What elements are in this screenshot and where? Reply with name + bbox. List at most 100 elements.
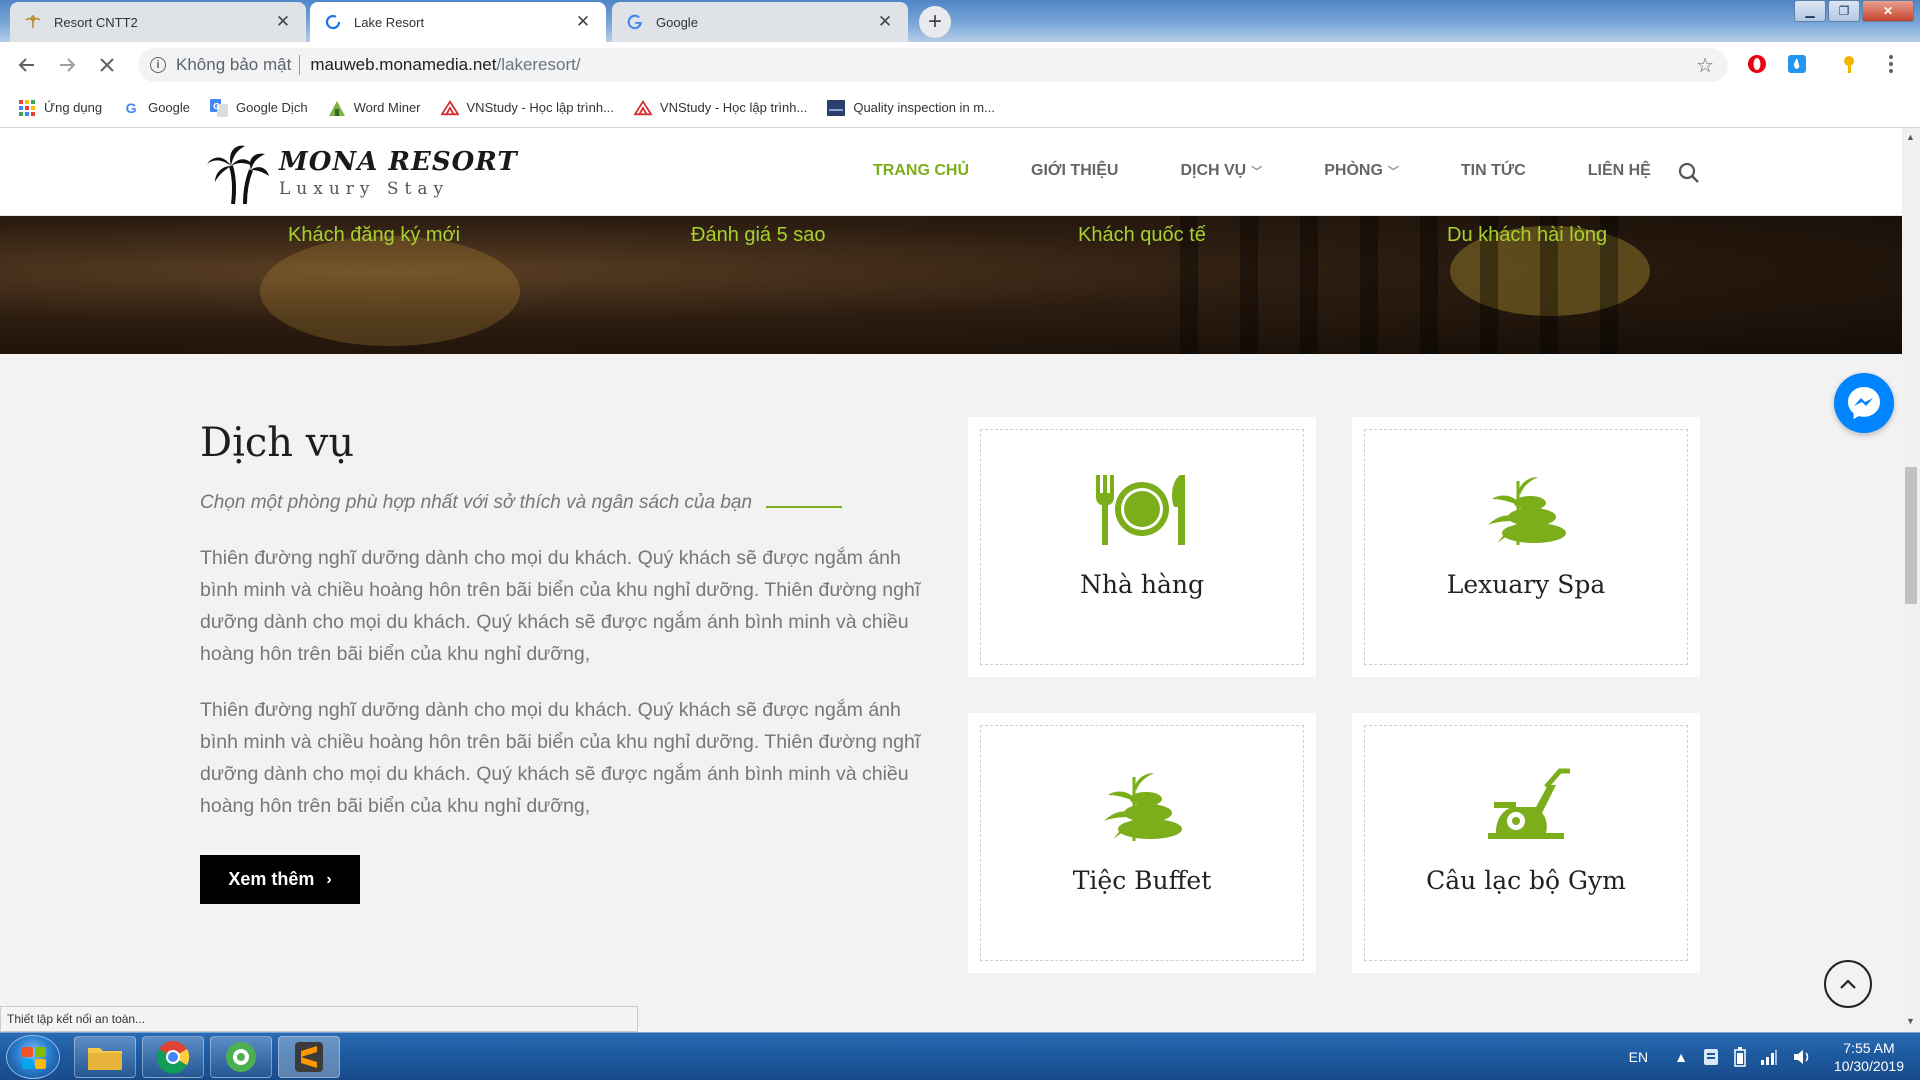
close-tab-icon[interactable]: ✕	[574, 12, 592, 32]
scrollbar-thumb[interactable]	[1905, 467, 1917, 604]
back-button[interactable]	[12, 50, 42, 80]
show-hidden-icons-arrow-icon[interactable]: ▲	[1674, 1049, 1688, 1065]
service-card-restaurant[interactable]: Nhà hàng	[968, 417, 1316, 677]
card-title: Nhà hàng	[1080, 570, 1204, 599]
chevron-up-icon	[1840, 979, 1856, 989]
sublime-text-icon	[295, 1042, 323, 1072]
page-viewport: MONA RESORT Luxury Stay TRANG CHỦ GIỚI T…	[0, 128, 1902, 1032]
bookmark-word-miner[interactable]: Word Miner	[328, 99, 421, 117]
stat-label: Khách quốc tế	[1078, 224, 1206, 246]
back-to-top-button[interactable]	[1824, 960, 1872, 1008]
tab-lake-resort[interactable]: Lake Resort ✕	[310, 2, 606, 42]
main-navigation: TRANG CHỦ GIỚI THIỆU DỊCH VỤ ﹀ PHÒNG ﹀ TIN…	[873, 162, 1713, 180]
chevron-down-icon: ﹀	[1387, 166, 1399, 178]
forward-button[interactable]	[52, 50, 82, 80]
close-window-button[interactable]: ✕	[1862, 0, 1914, 22]
tab-title: Lake Resort	[354, 14, 425, 30]
minimize-button[interactable]: ▁	[1794, 0, 1826, 22]
bookmark-star-icon[interactable]: ☆	[1696, 53, 1714, 78]
card-title: Tiệc Buffet	[1072, 866, 1212, 895]
system-clock[interactable]: 7:55 AM 10/30/2019	[1834, 1039, 1904, 1075]
nav-item-about[interactable]: GIỚI THIỆU	[1031, 162, 1118, 180]
bookmark-google-translate[interactable]: G Google Dịch	[210, 98, 308, 117]
nav-item-contact[interactable]: LIÊN HỆ	[1588, 162, 1651, 180]
bookmark-label: Ứng dụng	[44, 100, 103, 115]
taskbar-file-explorer[interactable]	[74, 1036, 136, 1078]
browser-status-bar: Thiết lập kết nối an toàn...	[0, 1006, 638, 1032]
bookmark-vnstudy-2[interactable]: VNStudy - Học lập trình...	[633, 99, 808, 117]
coccoc-browser-icon	[226, 1042, 256, 1072]
section-subtitle: Chọn một phòng phù hợp nhất với sở thích…	[200, 492, 930, 514]
language-indicator[interactable]: EN	[1629, 1049, 1648, 1065]
droplet-extension-icon[interactable]	[1786, 53, 1808, 75]
battery-icon[interactable]	[1734, 1047, 1746, 1067]
clock-date: 10/30/2019	[1833, 1058, 1904, 1074]
stats-row: Khách đăng ký mới Đánh giá 5 sao Khách q…	[0, 216, 1902, 256]
stop-loading-button[interactable]	[92, 50, 122, 80]
key-extension-icon[interactable]	[1840, 53, 1862, 75]
forward-arrow-icon	[60, 58, 76, 72]
bookmark-label: VNStudy - Học lập trình...	[659, 100, 808, 115]
page-icon	[827, 99, 846, 117]
site-logo[interactable]: MONA RESORT Luxury Stay	[205, 140, 518, 206]
card-title: Lexuary Spa	[1446, 570, 1606, 599]
volume-icon[interactable]	[1792, 1048, 1812, 1066]
messenger-chat-button[interactable]	[1834, 373, 1894, 433]
bookmark-apps[interactable]: Ứng dụng	[18, 99, 102, 117]
messenger-icon	[1848, 387, 1880, 419]
nav-item-services[interactable]: DỊCH VỤ ﹀	[1180, 162, 1262, 180]
nav-item-news[interactable]: TIN TỨC	[1461, 162, 1526, 180]
security-label: Không bảo mật	[176, 55, 292, 74]
url-host: mauweb.monamedia.net	[310, 55, 497, 74]
opera-extension-icon[interactable]	[1746, 53, 1768, 75]
service-card-spa[interactable]: Lexuary Spa	[1352, 417, 1700, 677]
address-bar[interactable]: i Không bảo mật mauweb.monamedia.net /la…	[138, 48, 1728, 82]
start-button[interactable]	[6, 1035, 60, 1079]
stats-banner: Khách đăng ký mới Đánh giá 5 sao Khách q…	[0, 216, 1902, 354]
search-icon[interactable]	[1678, 162, 1700, 189]
nav-label: PHÒNG	[1324, 162, 1383, 179]
bookmark-quality-inspection[interactable]: Quality inspection in m...	[827, 99, 995, 117]
nav-label: TRANG CHỦ	[873, 162, 969, 179]
taskbar-coccoc[interactable]	[210, 1036, 272, 1078]
exercise-bike-icon	[1471, 764, 1581, 846]
bookmark-vnstudy-1[interactable]: VNStudy - Học lập trình...	[440, 99, 614, 117]
bookmark-label: Google Dịch	[236, 100, 308, 115]
google-translate-icon: G	[210, 98, 229, 117]
tray-app-icon[interactable]	[1702, 1048, 1720, 1066]
close-tab-icon[interactable]: ✕	[274, 12, 292, 32]
tab-google[interactable]: Google ✕	[612, 2, 908, 42]
close-tab-icon[interactable]: ✕	[876, 12, 894, 32]
bookmark-google[interactable]: G Google	[122, 99, 190, 117]
logo-subtitle: Luxury Stay	[279, 179, 450, 199]
service-card-gym[interactable]: Câu lạc bộ Gym	[1352, 713, 1700, 973]
word-miner-icon	[328, 99, 346, 117]
taskbar-chrome[interactable]	[142, 1036, 204, 1078]
svg-text:G: G	[213, 102, 220, 111]
browser-toolbar: i Không bảo mật mauweb.monamedia.net /la…	[0, 42, 1920, 88]
card-frame: Tiệc Buffet	[980, 725, 1304, 961]
taskbar-sublime-text[interactable]	[278, 1036, 340, 1078]
back-arrow-icon	[18, 58, 34, 72]
bookmark-label: VNStudy - Học lập trình...	[466, 100, 614, 115]
menu-kebab-icon[interactable]	[1880, 53, 1902, 75]
google-favicon-icon	[626, 13, 644, 31]
page-scrollbar[interactable]: ▲ ▼	[1902, 128, 1920, 1032]
window-controls: ▁ ❐ ✕	[1792, 0, 1914, 22]
scroll-up-arrow-icon[interactable]: ▲	[1906, 132, 1915, 142]
restaurant-icon	[1087, 468, 1197, 550]
new-tab-button[interactable]: +	[919, 6, 951, 38]
nav-item-home[interactable]: TRANG CHỦ	[873, 162, 969, 180]
tab-title: Google	[656, 14, 698, 30]
scroll-down-arrow-icon[interactable]: ▼	[1906, 1016, 1915, 1026]
service-card-buffet[interactable]: Tiệc Buffet	[968, 713, 1316, 973]
windows-logo-icon	[22, 1047, 46, 1069]
bookmarks-bar: Ứng dụng G Google G Google Dịch Word Min…	[0, 88, 1920, 128]
view-more-button[interactable]: Xem thêm ›	[200, 855, 360, 904]
network-signal-icon[interactable]	[1760, 1049, 1778, 1065]
restore-button[interactable]: ❐	[1828, 0, 1860, 22]
tab-resort-cntt2[interactable]: Resort CNTT2 ✕	[10, 2, 306, 42]
nav-item-rooms[interactable]: PHÒNG ﹀	[1324, 162, 1399, 180]
button-label: Xem thêm	[228, 869, 315, 889]
info-icon[interactable]: i	[150, 57, 166, 73]
